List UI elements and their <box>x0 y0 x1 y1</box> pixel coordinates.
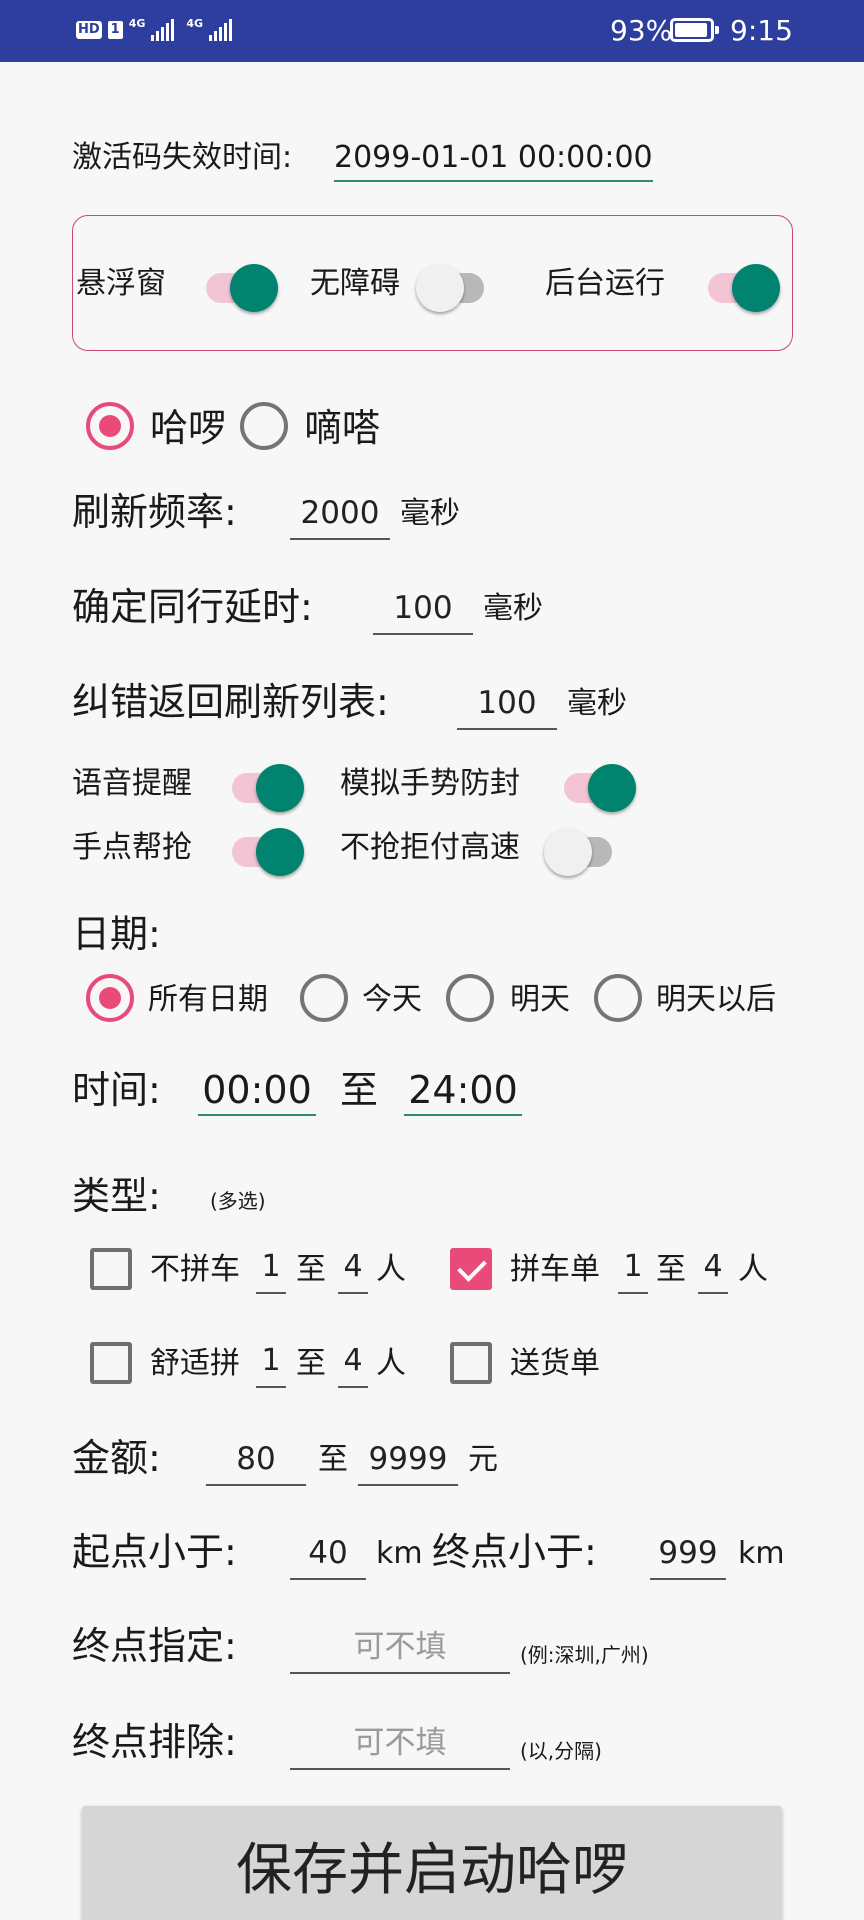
dest-exclude-input[interactable]: 可不填 <box>290 1720 510 1770</box>
radio-all-dates[interactable] <box>86 974 134 1022</box>
network-label-2: 4G <box>186 16 204 30</box>
carpool-to: 至 <box>656 1252 686 1287</box>
background-run-switch[interactable] <box>702 258 780 312</box>
no-carpool-label: 不拼车 <box>150 1252 240 1287</box>
correction-refresh-unit: 毫秒 <box>567 686 627 721</box>
status-time: 9:15 <box>730 14 793 47</box>
comfort-carpool-label: 舒适拼 <box>150 1346 240 1381</box>
amount-unit: 元 <box>468 1442 498 1477</box>
carpool-person: 人 <box>738 1252 768 1287</box>
delivery-checkbox[interactable] <box>450 1342 492 1384</box>
amount-label: 金额: <box>72 1436 161 1480</box>
comfort-carpool-checkbox[interactable] <box>90 1342 132 1384</box>
radio-today-label: 今天 <box>362 982 422 1017</box>
background-run-label: 后台运行 <box>545 266 665 301</box>
radio-after-tomorrow-label: 明天以后 <box>656 982 776 1017</box>
dest-exclude-hint: (以,分隔) <box>520 1739 602 1763</box>
radio-hello[interactable] <box>86 402 134 450</box>
accessibility-switch[interactable] <box>416 258 490 312</box>
time-label: 时间: <box>72 1068 161 1112</box>
radio-tomorrow-label: 明天 <box>510 982 570 1017</box>
dest-exclude-label: 终点排除: <box>72 1720 237 1764</box>
radio-after-tomorrow[interactable] <box>594 974 642 1022</box>
amount-min-input[interactable]: 80 <box>206 1436 306 1486</box>
radio-all-dates-label: 所有日期 <box>148 982 268 1017</box>
gesture-guard-label: 模拟手势防封 <box>340 766 520 801</box>
end-distance-label: 终点小于: <box>432 1530 597 1574</box>
status-bar: HD 1 4G 4G 93% 9:15 <box>0 0 864 62</box>
accessibility-label: 无障碍 <box>310 266 400 301</box>
end-distance-unit: km <box>738 1536 785 1571</box>
comfort-carpool-max-input[interactable]: 4 <box>338 1338 368 1388</box>
dest-specify-label: 终点指定: <box>72 1624 237 1668</box>
carpool-max-input[interactable]: 4 <box>698 1244 728 1294</box>
signal-group: HD 1 4G 4G <box>76 16 233 44</box>
manual-assist-label: 手点帮抢 <box>72 830 192 865</box>
no-carpool-max-input[interactable]: 4 <box>338 1244 368 1294</box>
radio-dida[interactable] <box>240 402 288 450</box>
comfort-carpool-to: 至 <box>296 1346 326 1381</box>
delivery-label: 送货单 <box>510 1346 600 1381</box>
refresh-rate-unit: 毫秒 <box>400 496 460 531</box>
manual-assist-switch[interactable] <box>226 822 304 876</box>
comfort-carpool-person: 人 <box>376 1346 406 1381</box>
confirm-delay-unit: 毫秒 <box>483 591 543 626</box>
sim-badge: 1 <box>107 21 123 39</box>
correction-refresh-label: 纠错返回刷新列表: <box>72 680 389 724</box>
correction-refresh-input[interactable]: 100 <box>457 680 557 730</box>
float-window-label: 悬浮窗 <box>76 266 166 301</box>
comfort-carpool-min-input[interactable]: 1 <box>256 1338 286 1388</box>
confirm-delay-label: 确定同行延时: <box>72 585 313 629</box>
dest-specify-input[interactable]: 可不填 <box>290 1624 510 1674</box>
network-label: 4G <box>128 16 146 30</box>
time-to-label: 至 <box>340 1068 379 1112</box>
type-multi-hint: (多选) <box>210 1189 266 1213</box>
time-start-input[interactable]: 00:00 <box>198 1066 316 1116</box>
carpool-label: 拼车单 <box>510 1252 600 1287</box>
radio-tomorrow[interactable] <box>446 974 494 1022</box>
date-label: 日期: <box>72 912 161 956</box>
carpool-checkbox[interactable] <box>450 1248 492 1290</box>
amount-max-input[interactable]: 9999 <box>358 1436 458 1486</box>
activation-expiry-value: 2099-01-01 00:00:00 <box>334 138 653 182</box>
no-carpool-checkbox[interactable] <box>90 1248 132 1290</box>
type-label: 类型: <box>72 1174 161 1218</box>
dest-specify-hint: (例:深圳,广州) <box>520 1643 649 1667</box>
start-distance-input[interactable]: 40 <box>290 1530 366 1580</box>
amount-to: 至 <box>318 1442 348 1477</box>
no-carpool-to: 至 <box>296 1252 326 1287</box>
refresh-rate-input[interactable]: 2000 <box>290 490 390 540</box>
carpool-min-input[interactable]: 1 <box>618 1244 648 1294</box>
radio-hello-label: 哈啰 <box>150 406 227 450</box>
signal-bars-icon-2 <box>209 19 233 41</box>
signal-bars-icon <box>151 19 175 41</box>
radio-dida-label: 嘀嗒 <box>304 406 381 450</box>
battery-percent: 93% <box>610 14 673 47</box>
activation-label: 激活码失效时间: <box>72 140 293 175</box>
radio-today[interactable] <box>300 974 348 1022</box>
no-carpool-min-input[interactable]: 1 <box>256 1244 286 1294</box>
time-end-input[interactable]: 24:00 <box>404 1066 522 1116</box>
hd-badge: HD <box>76 21 102 39</box>
refresh-rate-label: 刷新频率: <box>72 490 237 534</box>
save-and-start-button[interactable]: 保存并启动哈啰 <box>82 1806 782 1920</box>
battery-fill <box>675 23 707 37</box>
voice-alert-switch[interactable] <box>226 758 304 812</box>
skip-highway-switch[interactable] <box>544 822 618 876</box>
confirm-delay-input[interactable]: 100 <box>373 585 473 635</box>
float-window-switch[interactable] <box>200 258 278 312</box>
end-distance-input[interactable]: 999 <box>650 1530 726 1580</box>
battery-icon <box>670 18 719 42</box>
voice-alert-label: 语音提醒 <box>72 766 192 801</box>
start-distance-unit: km <box>376 1536 423 1571</box>
no-carpool-person: 人 <box>376 1252 406 1287</box>
gesture-guard-switch[interactable] <box>558 758 636 812</box>
skip-highway-label: 不抢拒付高速 <box>340 830 520 865</box>
start-distance-label: 起点小于: <box>72 1530 237 1574</box>
